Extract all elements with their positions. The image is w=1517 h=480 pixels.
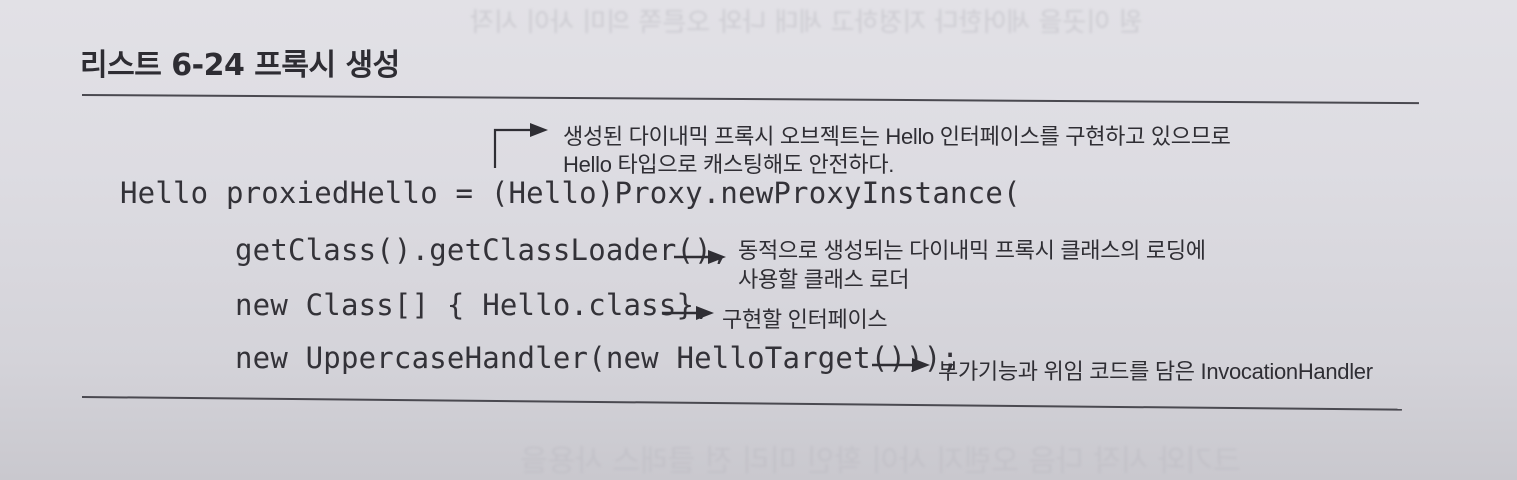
handler-note: 부가기능과 위임 코드를 담은 InvocationHandler: [938, 359, 1373, 384]
code-line-interfaces: new Class[] { Hello.class},: [235, 288, 712, 322]
handler-arrow-icon: [872, 358, 930, 372]
cast-note-line-2: Hello 타입으로 캐스팅해도 안전하다.: [563, 152, 895, 177]
bleed-through-top: 원 이곳을 세어한다 지정하고 세대 나와 오른쪽 의미 사이 시작: [470, 8, 1143, 38]
listing-title: 리스트 6-24 프록시 생성: [80, 48, 400, 83]
cast-arrow-icon: [493, 123, 548, 168]
classloader-note-line-2: 사용할 클래스 로더: [738, 267, 910, 292]
bleed-through-bottom: 크기와 시작 다음 오렌지 사이 확인 미리 전 클래스 사용을: [520, 444, 1241, 479]
classloader-note-line-1: 동적으로 생성되는 다이내믹 프록시 클래스의 로딩에: [738, 238, 1206, 263]
bottom-rule: [81, 396, 1402, 411]
code-line-proxy-instance: Hello proxiedHello = (Hello)Proxy.newPro…: [120, 176, 1021, 210]
code-line-handler: new UppercaseHandler(new HelloTarget()))…: [235, 341, 960, 375]
interface-arrow-icon: [662, 306, 714, 320]
classloader-arrow-icon: [674, 250, 726, 264]
interface-note: 구현할 인터페이스: [722, 307, 888, 332]
top-rule: [81, 94, 1419, 105]
code-line-classloader: getClass().getClassLoader(),: [235, 233, 730, 267]
